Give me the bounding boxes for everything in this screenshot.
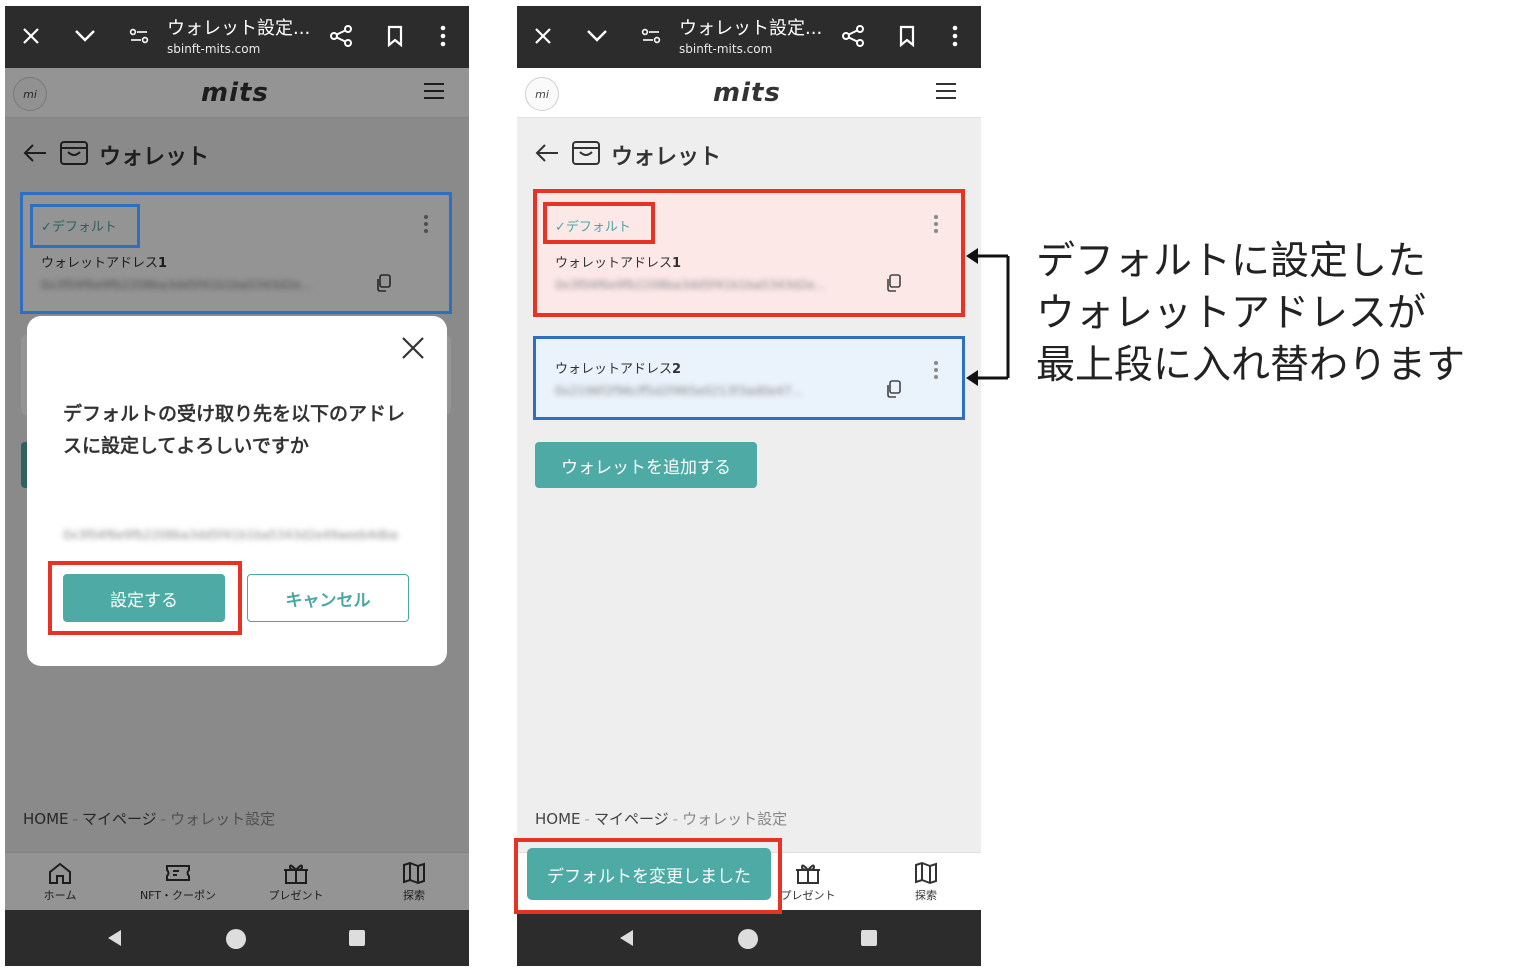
breadcrumb: HOME - マイページ - ウォレット設定 [535,810,788,828]
page-heading: ウォレット [535,140,721,170]
chevron-down-icon[interactable] [583,22,611,50]
close-tab-icon[interactable] [529,22,557,50]
highlight-second-wallet-right [533,336,965,420]
gift-icon [796,864,820,884]
explanation-annotation: デフォルトに設定した ウォレットアドレスが 最上段に入れ替わります [1036,239,1466,388]
breadcrumb-current: ウォレット設定 [682,810,788,828]
dialog-address: 0x3f04f6e9fb2208ba3dd5f41b1ba5343d2e49ae… [63,528,398,542]
browser-title: ウォレット設定... [679,18,823,39]
more-vertical-icon[interactable] [941,22,969,50]
add-wallet-button[interactable]: ウォレットを追加する [535,442,757,488]
close-tab-icon[interactable] [17,22,45,50]
breadcrumb-home[interactable]: HOME [535,810,581,828]
dialog-message: デフォルトの受け取り先を以下のアドレスに設定してよろしいですか [63,403,406,457]
more-vertical-icon[interactable] [429,22,457,50]
bookmark-icon[interactable] [381,22,409,50]
highlight-default-badge-left [30,204,140,248]
nav-explore[interactable]: 探索 [871,861,981,903]
page-title: ウォレット [611,145,722,170]
browser-title: ウォレット設定... [167,18,311,39]
highlight-confirm-button [48,561,242,635]
browser-url[interactable]: sbinft-mits.com [167,42,260,56]
back-arrow-icon[interactable] [535,143,559,167]
highlight-toast [514,838,782,914]
phone-screen-after-change: ウォレット設定... sbinft-mits.com mi mits ウォレット… [517,6,981,966]
system-back-icon[interactable] [617,928,637,952]
site-settings-icon[interactable] [637,22,665,50]
browser-toolbar: ウォレット設定... sbinft-mits.com [5,6,469,68]
android-system-nav [517,910,981,966]
cancel-button[interactable]: キャンセル [247,574,409,622]
site-settings-icon[interactable] [125,22,153,50]
chevron-down-icon[interactable] [71,22,99,50]
share-icon[interactable] [839,22,867,50]
browser-toolbar: ウォレット設定... sbinft-mits.com [517,6,981,68]
system-recents-icon[interactable] [347,928,367,952]
system-home-icon[interactable] [737,928,759,954]
share-icon[interactable] [327,22,355,50]
browser-url[interactable]: sbinft-mits.com [679,42,772,56]
mits-logo[interactable]: mits [713,78,781,108]
bookmark-icon[interactable] [893,22,921,50]
android-system-nav [5,910,469,966]
hamburger-menu-icon[interactable] [935,82,957,104]
swap-bracket-arrow-icon [966,248,1010,386]
site-header: mi mits [517,68,981,118]
map-icon [915,861,937,885]
breadcrumb-mypage[interactable]: マイページ [594,810,669,828]
avatar[interactable]: mi [525,77,559,111]
system-back-icon[interactable] [105,928,125,952]
phone-screen-confirm-dialog: ウォレット設定... sbinft-mits.com mi mits ウォレット… [5,6,469,966]
highlight-default-badge-right [543,202,655,244]
wallet-icon [571,140,601,170]
system-home-icon[interactable] [225,928,247,954]
system-recents-icon[interactable] [859,928,879,952]
close-icon[interactable] [401,336,425,364]
